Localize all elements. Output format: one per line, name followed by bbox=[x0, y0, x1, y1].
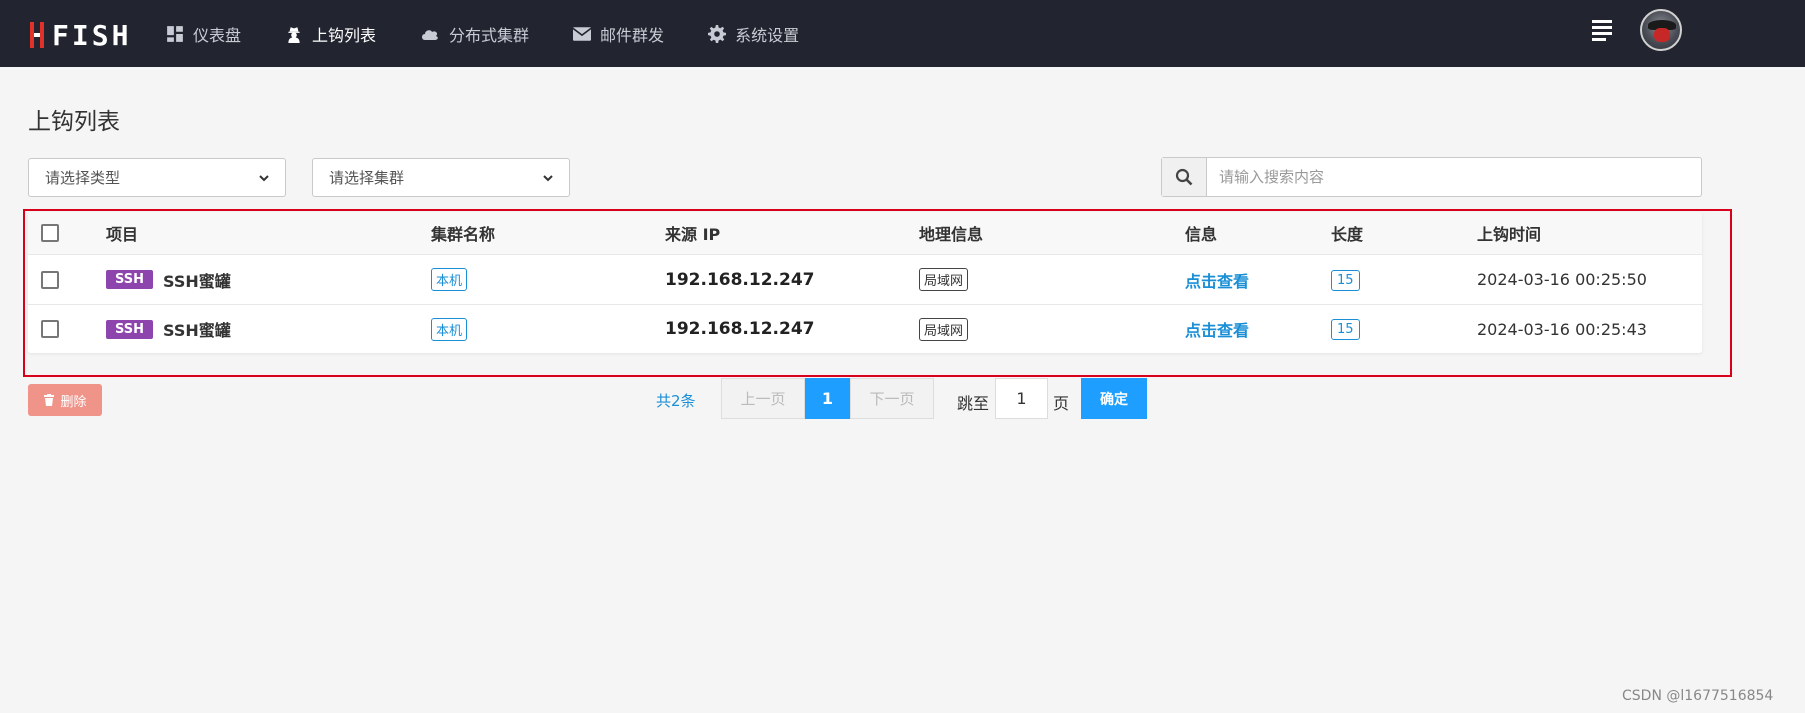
nav-label-dashboard: 仪表盘 bbox=[193, 25, 242, 45]
user-avatar[interactable] bbox=[1640, 9, 1682, 51]
page-title: 上钩列表 bbox=[28, 109, 120, 135]
page-number-current[interactable]: 1 bbox=[805, 378, 850, 419]
type-select[interactable]: 请选择类型 bbox=[28, 158, 286, 197]
trash-icon bbox=[44, 394, 55, 406]
highlight-frame bbox=[23, 209, 1732, 377]
chevron-down-icon bbox=[543, 174, 553, 181]
search-icon bbox=[1175, 168, 1193, 186]
dashboard-icon bbox=[167, 25, 183, 42]
cloud-icon bbox=[422, 29, 438, 40]
prev-page-button[interactable]: 上一页 bbox=[721, 378, 805, 419]
menu-icon[interactable] bbox=[1592, 20, 1614, 42]
nav-label-hook-list: 上钩列表 bbox=[312, 25, 377, 45]
jump-page-input[interactable] bbox=[995, 378, 1048, 419]
main-nav: 仪表盘 上钩列表 分布式集群 邮件群发 系统设置 bbox=[166, 0, 843, 67]
nav-label-mail: 邮件群发 bbox=[600, 25, 665, 45]
hacker-icon bbox=[288, 26, 300, 43]
delete-label: 删除 bbox=[60, 393, 87, 409]
nav-item-dashboard[interactable]: 仪表盘 bbox=[166, 0, 241, 67]
total-count: 共2条 bbox=[656, 392, 696, 410]
jump-label: 跳至 bbox=[957, 394, 990, 413]
nav-item-cluster[interactable]: 分布式集群 bbox=[420, 0, 529, 67]
watermark: CSDN @l1677516854 bbox=[1622, 688, 1774, 704]
search-input[interactable] bbox=[1207, 158, 1701, 196]
nav-label-settings: 系统设置 bbox=[735, 25, 800, 45]
chevron-down-icon bbox=[259, 174, 269, 181]
nav-label-cluster: 分布式集群 bbox=[449, 25, 530, 45]
hfish-logo[interactable]: FISH bbox=[30, 19, 131, 52]
confirm-jump-button[interactable]: 确定 bbox=[1081, 378, 1147, 419]
cluster-select[interactable]: 请选择集群 bbox=[312, 158, 570, 197]
cluster-select-value: 请选择集群 bbox=[329, 169, 405, 187]
type-select-value: 请选择类型 bbox=[45, 169, 121, 187]
search-button[interactable] bbox=[1162, 158, 1207, 196]
nav-item-hook-list[interactable]: 上钩列表 bbox=[285, 0, 376, 67]
gear-icon bbox=[708, 24, 727, 43]
nav-item-settings[interactable]: 系统设置 bbox=[708, 0, 799, 67]
page-unit-label: 页 bbox=[1053, 394, 1070, 413]
mail-icon bbox=[573, 26, 592, 41]
search-box bbox=[1161, 157, 1702, 197]
nav-item-mail[interactable]: 邮件群发 bbox=[573, 0, 664, 67]
delete-button[interactable]: 删除 bbox=[28, 384, 102, 416]
next-page-button[interactable]: 下一页 bbox=[850, 378, 934, 419]
top-navbar: FISH 仪表盘 上钩列表 分布式集群 邮件群发 系统设置 bbox=[0, 0, 1805, 67]
